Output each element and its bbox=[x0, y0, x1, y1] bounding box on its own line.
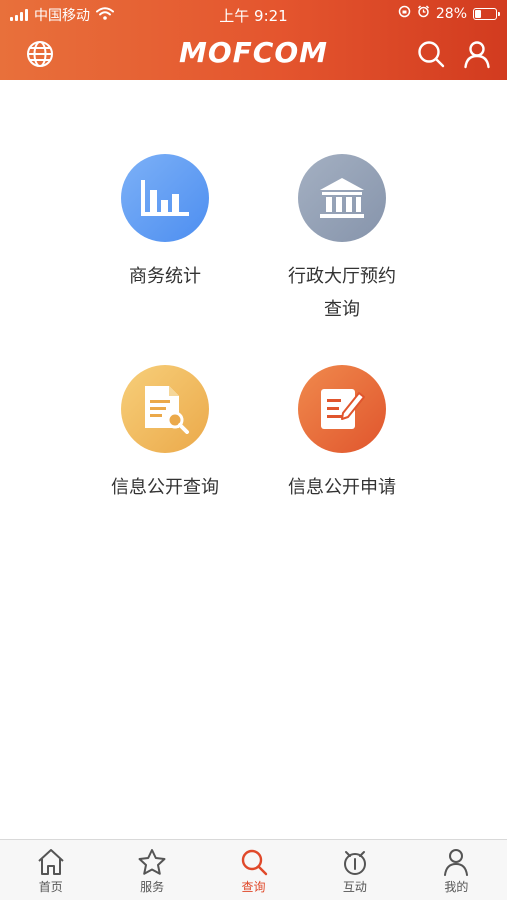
user-icon bbox=[444, 849, 469, 876]
home-icon bbox=[38, 849, 64, 875]
document-search-icon bbox=[145, 386, 189, 434]
star-icon bbox=[138, 849, 166, 875]
tile-label: 行政大厅预约查询 bbox=[288, 266, 396, 320]
user-icon bbox=[464, 41, 490, 69]
header-user-button[interactable] bbox=[459, 36, 495, 72]
interact-icon bbox=[343, 851, 366, 875]
nav-bar: MOFCOM bbox=[0, 28, 507, 80]
government-building-icon bbox=[320, 178, 364, 218]
header-search-button[interactable] bbox=[413, 36, 449, 72]
tab-interact[interactable]: 互动 bbox=[304, 840, 405, 900]
tile-admin-hall-booking[interactable]: 行政大厅预约查询 bbox=[252, 154, 432, 326]
tile-info-disclosure-query[interactable]: 信息公开查询 bbox=[75, 365, 255, 504]
tab-query[interactable]: 查询 bbox=[203, 840, 304, 900]
tile-label: 信息公开申请 bbox=[288, 477, 396, 498]
alarm-icon bbox=[417, 5, 430, 22]
rotation-lock-icon bbox=[398, 5, 411, 22]
tab-label: 我的 bbox=[444, 880, 469, 894]
tab-mine[interactable]: 我的 bbox=[406, 840, 507, 900]
tile-icon-circle bbox=[121, 365, 209, 453]
edit-form-icon bbox=[321, 389, 365, 429]
battery-percent: 28% bbox=[435, 5, 467, 22]
tile-info-disclosure-apply[interactable]: 信息公开申请 bbox=[252, 365, 432, 504]
bottom-tab-bar: 首页 服务 查询 互动 我的 bbox=[0, 839, 507, 900]
tab-label: 首页 bbox=[38, 880, 63, 894]
tab-services[interactable]: 服务 bbox=[101, 840, 202, 900]
status-bar: 中国移动 上午 9:21 28% bbox=[0, 0, 507, 28]
app-screen: 中国移动 上午 9:21 28% MOFCOM 商务统计 行政大厅预约查询 信息… bbox=[0, 0, 507, 900]
search-icon bbox=[418, 41, 445, 68]
tab-label: 服务 bbox=[140, 880, 165, 894]
app-header: 中国移动 上午 9:21 28% MOFCOM bbox=[0, 0, 507, 80]
battery-icon bbox=[473, 7, 500, 20]
tile-label: 商务统计 bbox=[129, 266, 201, 287]
tile-icon-circle bbox=[298, 154, 386, 242]
tile-label: 信息公开查询 bbox=[111, 477, 219, 498]
tab-label: 互动 bbox=[342, 880, 367, 894]
tile-icon-circle bbox=[121, 154, 209, 242]
status-right: 28% bbox=[398, 5, 500, 22]
tile-icon-circle bbox=[298, 365, 386, 453]
tile-business-statistics[interactable]: 商务统计 bbox=[75, 154, 255, 293]
tab-home[interactable]: 首页 bbox=[0, 840, 101, 900]
tab-label: 查询 bbox=[241, 880, 266, 894]
search-icon bbox=[241, 849, 267, 876]
bar-chart-icon bbox=[141, 180, 189, 216]
